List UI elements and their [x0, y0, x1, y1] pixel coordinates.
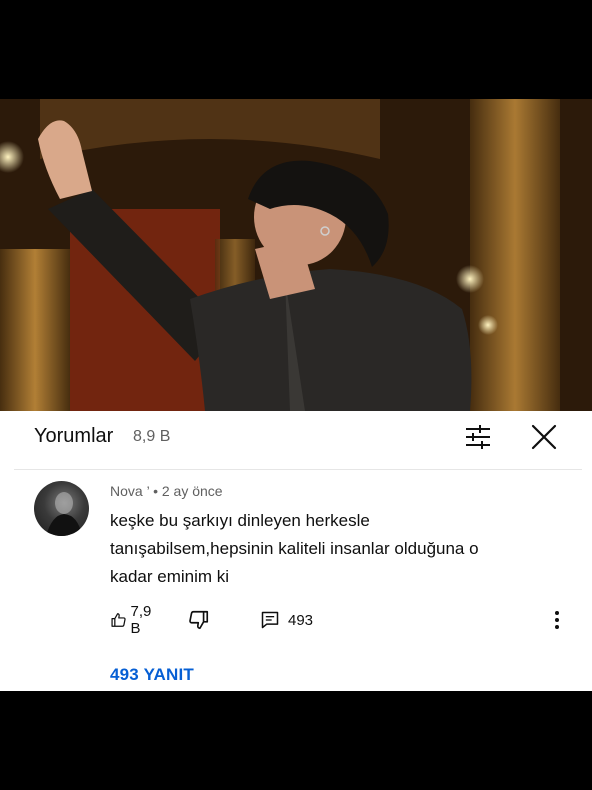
video-thumbnail[interactable] [0, 99, 592, 411]
comment-meta: Nova ’ • 2 ay önce [110, 483, 223, 499]
avatar-image [46, 492, 82, 536]
close-icon[interactable] [530, 423, 558, 451]
like-icon [111, 613, 126, 627]
filter-icon[interactable] [464, 424, 492, 450]
comment-author[interactable]: Nova ’ [110, 483, 149, 499]
comments-count: 8,9 B [133, 428, 171, 445]
comment-line: kadar eminim ki [110, 567, 230, 586]
meta-separator: • [153, 483, 158, 499]
header-divider [14, 469, 582, 470]
comments-panel: Yorumlar 8,9 B Nova ’ • 2 ay önce keşke … [0, 411, 592, 691]
dislike-button[interactable] [188, 607, 210, 633]
dislike-icon [189, 610, 209, 630]
performer-photo [0, 99, 592, 411]
reply-button[interactable]: 493 [260, 607, 313, 633]
like-button[interactable]: 7,9 B [110, 603, 157, 637]
avatar[interactable] [34, 481, 89, 536]
view-replies-link[interactable]: 493 YANIT [110, 665, 194, 685]
comment-line: keşke bu şarkıyı dinleyen herkesle [110, 511, 370, 530]
comment-text: keşke bu şarkıyı dinleyen herkesle tanış… [110, 507, 540, 591]
like-count: 7,9 B [130, 603, 152, 637]
comment-line: tanışabilsem,hepsinin kaliteli insanlar … [110, 539, 479, 558]
reply-icon [261, 611, 279, 629]
comments-header: Yorumlar 8,9 B [0, 411, 592, 465]
comment-time: 2 ay önce [161, 483, 223, 499]
more-options-icon[interactable] [550, 607, 564, 633]
comments-title: Yorumlar [34, 425, 114, 447]
reply-count: 493 [288, 611, 314, 629]
